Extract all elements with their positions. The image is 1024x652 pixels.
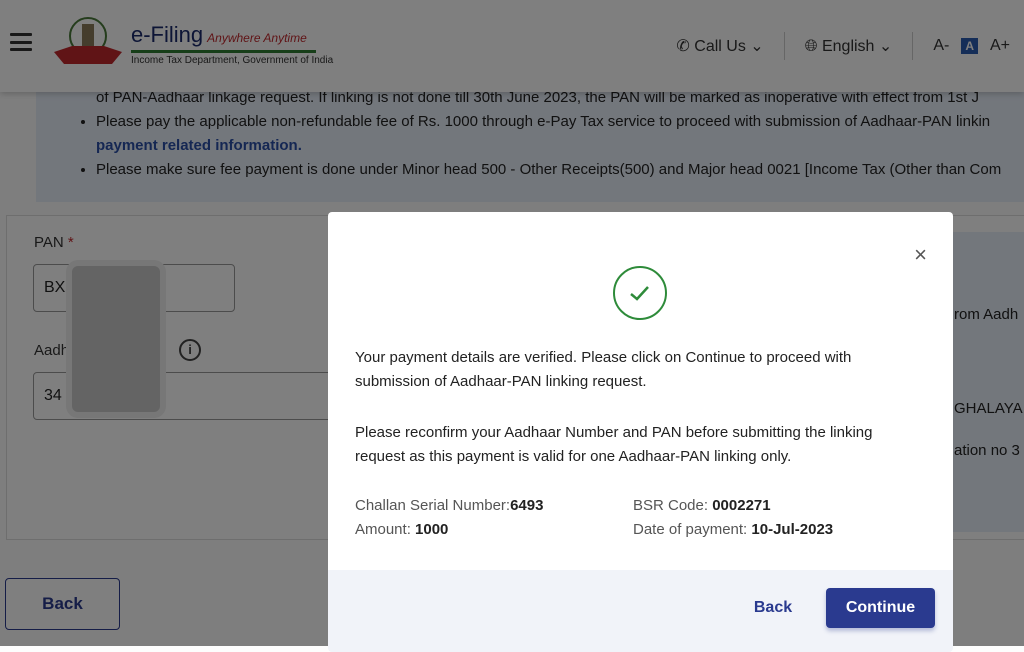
continue-button[interactable]: Continue (826, 588, 935, 628)
amount: Amount: 1000 (355, 521, 449, 538)
payment-date: Date of payment: 10-Jul-2023 (633, 521, 834, 538)
dialog-back-button[interactable]: Back (738, 588, 808, 628)
close-button[interactable]: × (914, 242, 927, 268)
check-circle-icon (613, 266, 667, 320)
payment-verified-dialog: × Your payment details are verified. Ple… (328, 212, 953, 652)
verified-message: Your payment details are verified. Pleas… (355, 349, 852, 390)
dialog-footer: Back Continue (328, 570, 953, 652)
reconfirm-message: Please reconfirm your Aadhaar Number and… (355, 424, 873, 465)
bsr-code: BSR Code: 0002271 (633, 497, 771, 514)
challan-serial: Challan Serial Number:6493 (355, 497, 544, 514)
